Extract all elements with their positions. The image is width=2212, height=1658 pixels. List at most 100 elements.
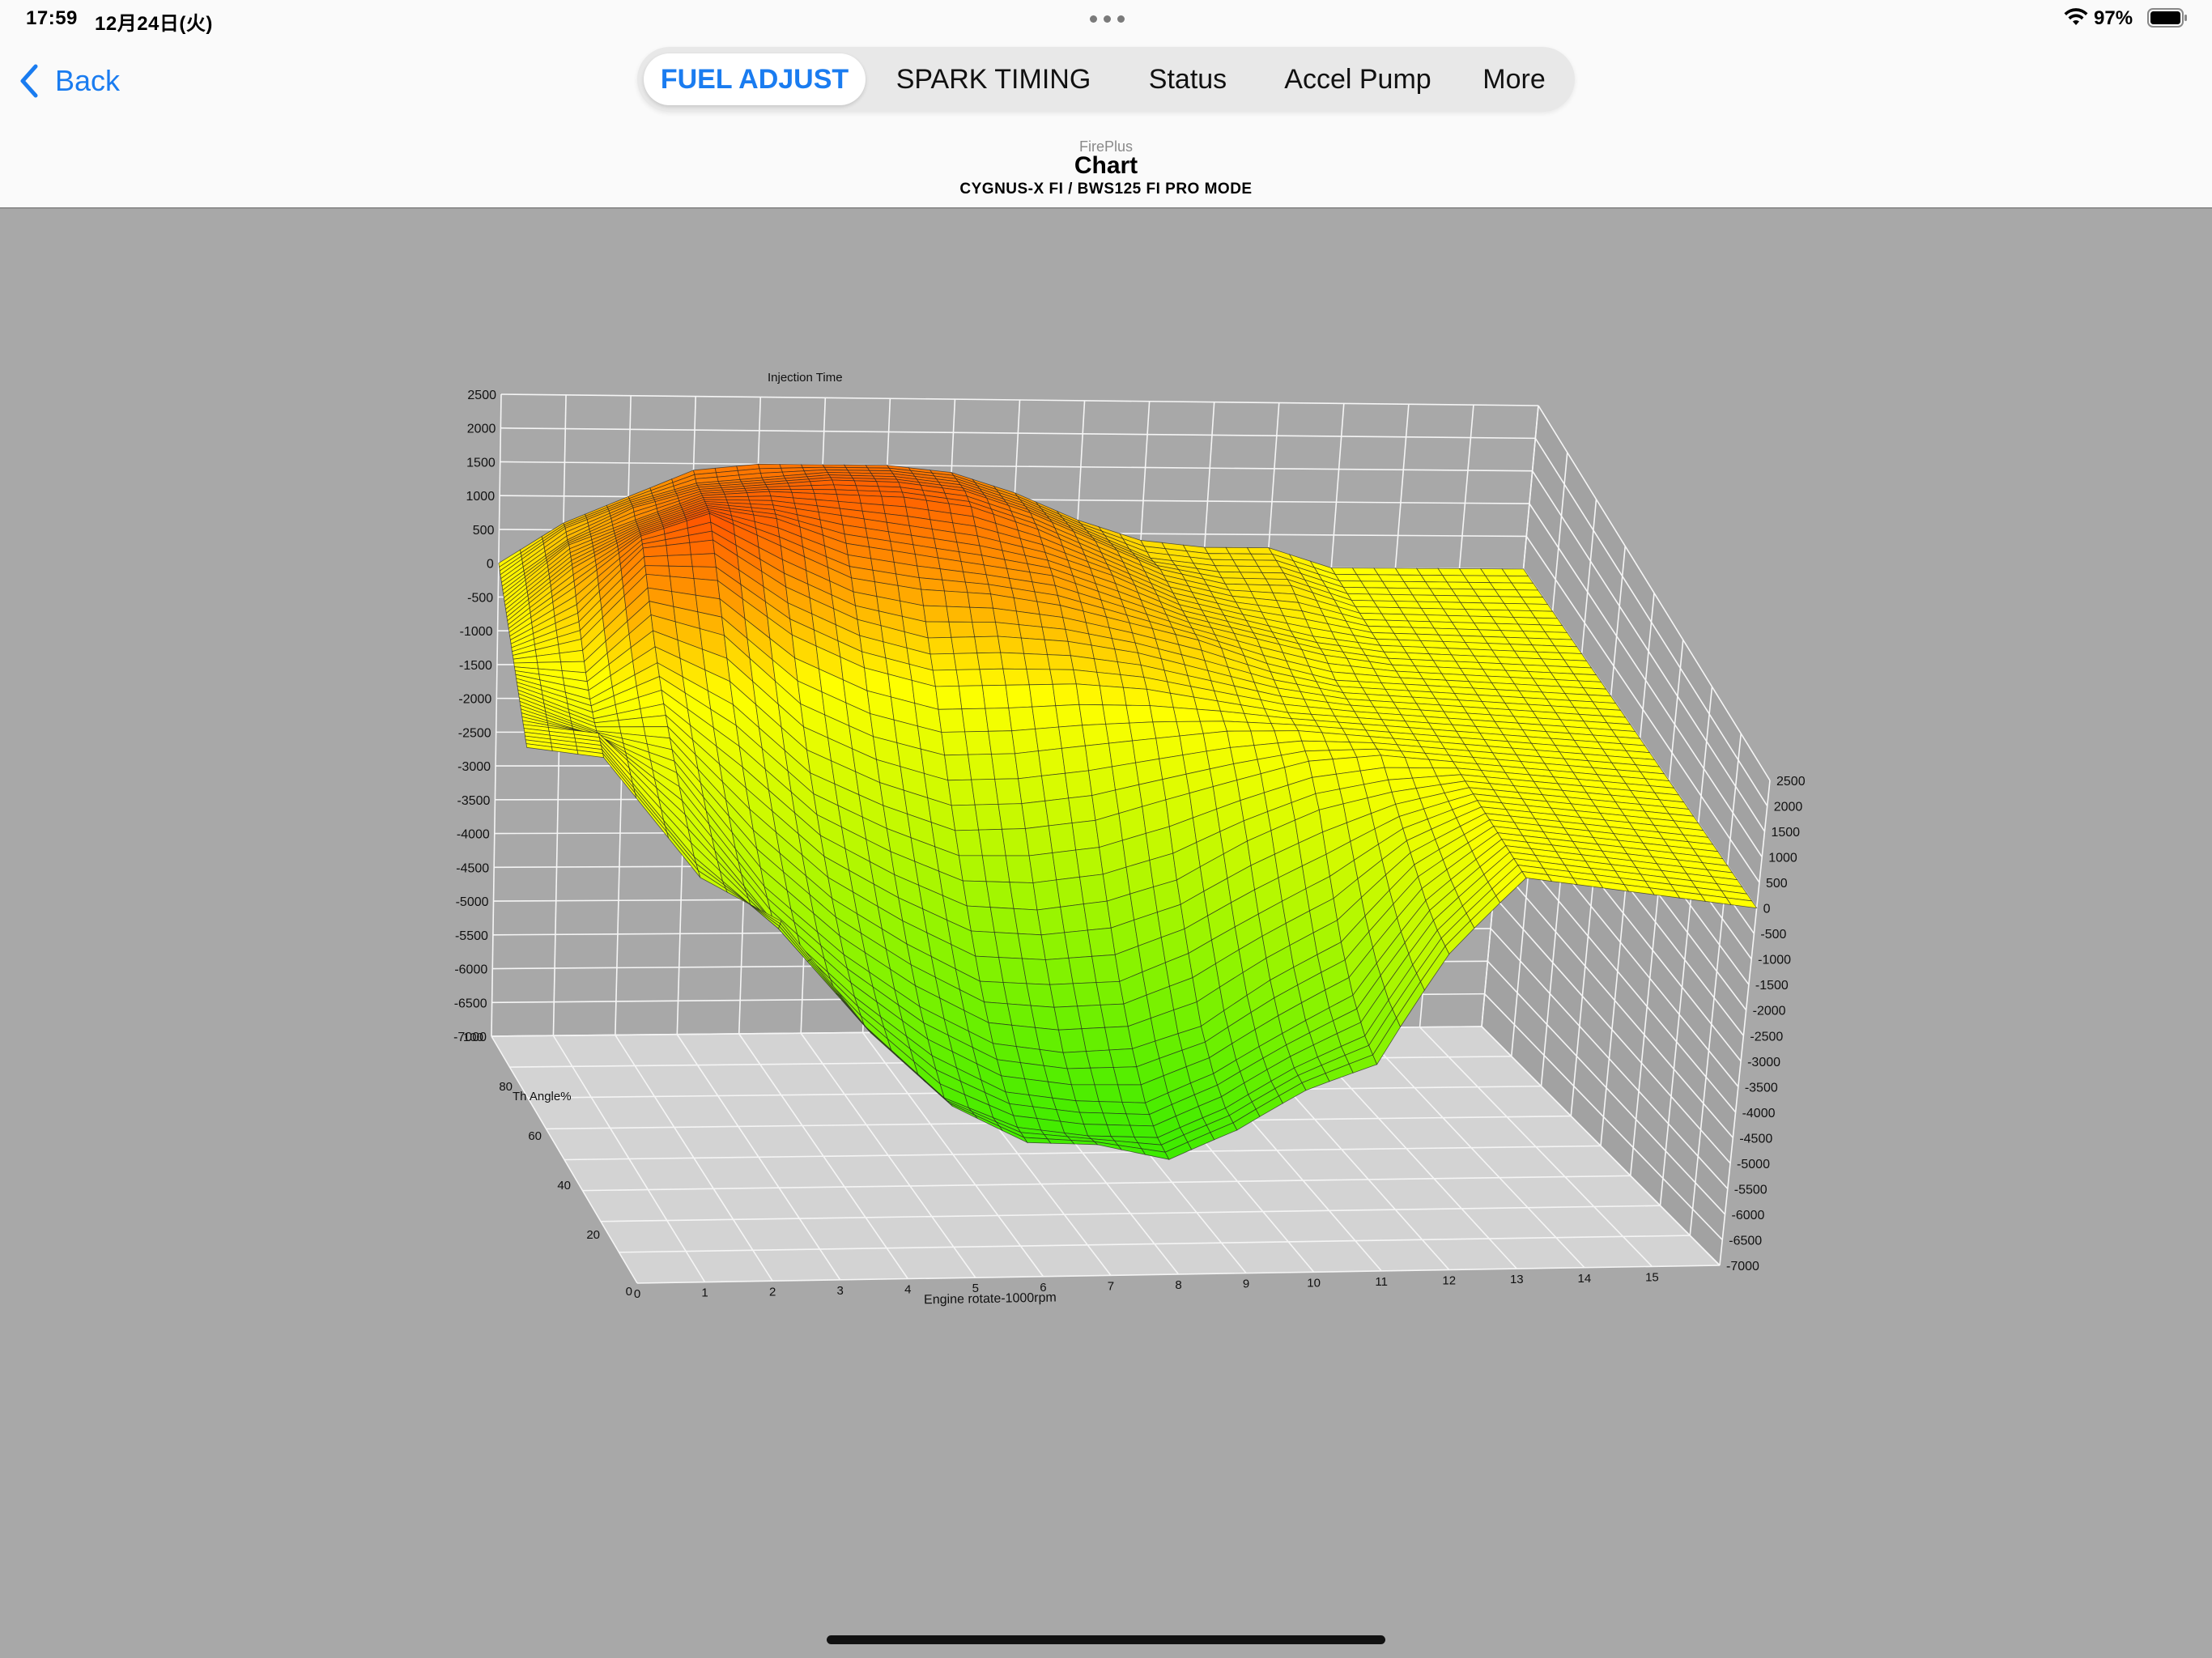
surface-cell [961, 708, 989, 733]
x-tick-label: 1 [701, 1286, 708, 1300]
surface-cell [1008, 706, 1036, 732]
z-tick-label-left: 2000 [467, 423, 496, 436]
surface-cell [1047, 654, 1074, 670]
surface-cell [943, 590, 971, 608]
surface-cell [1020, 637, 1048, 656]
surface-cell [1099, 685, 1127, 706]
surface-cell [810, 484, 836, 491]
surface-cell [985, 708, 1013, 732]
surface-cell [925, 621, 952, 639]
z-tick-label-left: 0 [487, 558, 494, 572]
surface-cell [641, 715, 669, 728]
surface-cell [1214, 565, 1241, 573]
surface-cell [974, 636, 1002, 654]
surface-cell [989, 907, 1019, 934]
chart-title: Injection Time [768, 371, 843, 385]
surface-cell [1058, 725, 1086, 749]
surface-cell [941, 731, 969, 756]
surface-cell [1125, 704, 1154, 724]
z-tick-label-right: -2500 [1750, 1030, 1783, 1044]
surface-cell [1122, 687, 1151, 707]
y-tick-label: 40 [557, 1179, 571, 1192]
z-tick-label-left: -2000 [458, 693, 491, 707]
surface-cell [1349, 742, 1378, 750]
surface-cell [1075, 847, 1104, 878]
surface-cell [1028, 683, 1057, 708]
z-tick-label-right: -2000 [1753, 1005, 1786, 1018]
surface-cell [766, 486, 792, 490]
surface-cell [789, 485, 814, 491]
z-tick-label-right: 2000 [1774, 801, 1803, 814]
surface-cell [962, 880, 991, 908]
surface-cell [1132, 738, 1160, 763]
home-indicator[interactable] [827, 1635, 1385, 1644]
surface-cell [747, 495, 772, 501]
surface-cell [1384, 767, 1414, 780]
x-tick-label: 9 [1243, 1278, 1249, 1291]
x-tick-label: 15 [1645, 1270, 1659, 1284]
surface-cell [1068, 955, 1097, 984]
z-tick-label-right: 1500 [1771, 826, 1800, 840]
z-tick-label-left: -2500 [458, 726, 491, 740]
surface-cell [1521, 596, 1549, 605]
surface-cell [1098, 1101, 1127, 1115]
z-tick-label-right: -4000 [1742, 1107, 1776, 1120]
surface-cell [1325, 741, 1354, 751]
surface-cell [1079, 874, 1108, 905]
surface-cell [948, 621, 976, 638]
surface-cell [1066, 1067, 1095, 1086]
surface-cell [1221, 577, 1249, 585]
surface-cell [1064, 929, 1093, 959]
surface-cell [1002, 828, 1030, 857]
surface-cell [1052, 849, 1080, 881]
surface-cell [932, 669, 959, 687]
surface-cell [1015, 750, 1042, 780]
surface-cell [979, 668, 1006, 687]
surface-cell [666, 554, 693, 568]
surface-cell [1005, 855, 1034, 883]
surface-cell [993, 932, 1023, 959]
surface-cell [1112, 1066, 1142, 1086]
surface-cell [1021, 800, 1049, 829]
surface-cell [1044, 639, 1071, 657]
surface-cell [966, 905, 995, 933]
surface-cell [1078, 704, 1107, 726]
surface-cell [991, 753, 1019, 780]
z-tick-label-right: -5500 [1734, 1183, 1767, 1197]
surface-cell [1094, 1084, 1123, 1103]
surface-cell [1301, 740, 1330, 752]
z-tick-label-left: -500 [467, 591, 493, 605]
surface-cell [1068, 795, 1096, 824]
z-tick-label-right: -5000 [1737, 1158, 1770, 1171]
surface-cell [1032, 705, 1060, 729]
surface-cell [921, 589, 947, 607]
x-tick-label: 0 [626, 1285, 632, 1299]
z-tick-label-left: 500 [473, 524, 495, 538]
surface-cell [1009, 882, 1038, 911]
x-tick-label: 12 [1442, 1274, 1456, 1288]
surface-cell [1002, 668, 1030, 686]
surface-cell [1060, 903, 1088, 933]
z-tick-label-left: -4500 [456, 861, 489, 875]
surface-chart[interactable]: Injection Time25002000150010005000-500-1… [0, 0, 2212, 1658]
surface-cell [1125, 1113, 1155, 1127]
y-tick-label: 100 [463, 1031, 483, 1044]
surface-cell [1516, 589, 1544, 598]
z-tick-label-left: -5000 [456, 895, 489, 909]
z-tick-label-left: -3500 [457, 794, 490, 808]
surface-cell [946, 606, 973, 623]
surface-cell [1035, 726, 1062, 752]
surface-cell [923, 605, 950, 623]
surface-cell [1106, 1124, 1135, 1137]
surface-cell [969, 606, 996, 623]
surface-cell [1013, 908, 1042, 936]
x-tick-label: 13 [1510, 1273, 1524, 1286]
surface-cell [1207, 553, 1234, 560]
surface-cell [974, 803, 1002, 831]
surface-cell [1095, 980, 1125, 1005]
x-tick-label: 10 [1307, 1276, 1321, 1290]
surface-cell [1227, 730, 1255, 748]
x-tick-label: 11 [1375, 1275, 1388, 1289]
surface-cell [951, 636, 978, 654]
surface-cell [938, 708, 966, 733]
